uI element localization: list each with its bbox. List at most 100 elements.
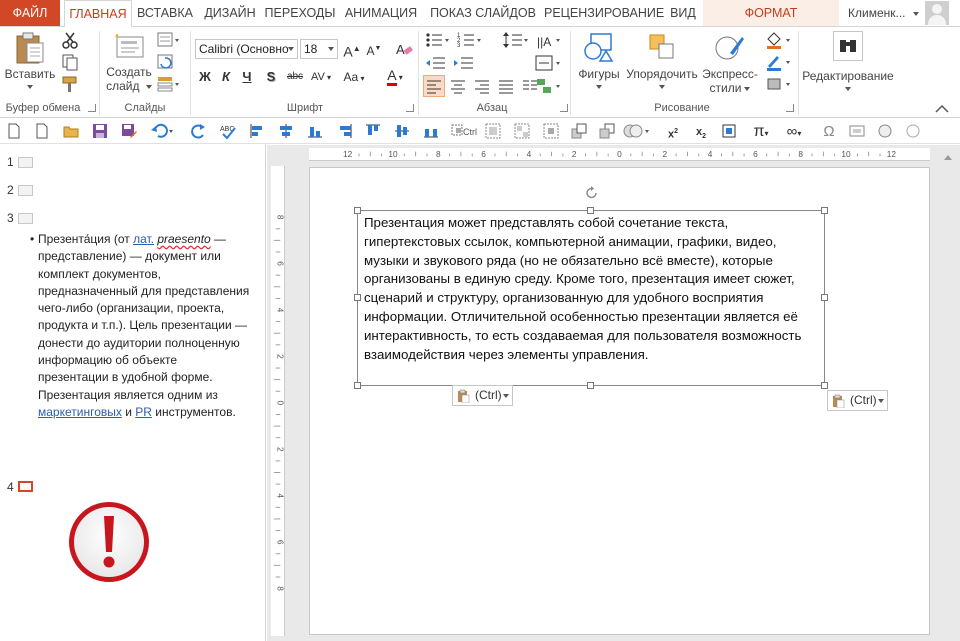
tab-format[interactable]: ФОРМАТ (703, 0, 839, 26)
tab-view[interactable]: ВИД (664, 0, 702, 26)
action-icon[interactable] (876, 122, 894, 140)
subscript-icon[interactable]: x2 (692, 122, 710, 140)
arrange-button[interactable]: Упорядочить (626, 31, 698, 89)
paste-button[interactable]: Вставить (4, 31, 56, 89)
align-bottom-icon[interactable] (306, 122, 324, 140)
resize-handle[interactable] (821, 382, 828, 389)
group-icon[interactable] (484, 122, 502, 140)
smartart-icon[interactable] (534, 76, 562, 96)
resize-handle[interactable] (821, 294, 828, 301)
ungroup-icon[interactable] (513, 122, 531, 140)
tab-file[interactable]: ФАЙЛ (0, 0, 60, 26)
screenshot-icon[interactable] (848, 122, 866, 140)
slide-thumbnail[interactable] (18, 213, 33, 224)
copy-icon[interactable] (60, 52, 80, 72)
link-marketing[interactable]: маркетинговых (38, 405, 122, 419)
decrease-indent-icon[interactable] (424, 53, 450, 73)
tab-slideshow[interactable]: ПОКАЗ СЛАЙДОВ (425, 0, 541, 26)
scissors-icon[interactable] (60, 30, 80, 50)
paragraph-launcher-icon[interactable] (560, 104, 568, 112)
tab-review[interactable]: РЕЦЕНЗИРОВАНИЕ (544, 0, 664, 26)
new-document-icon[interactable] (33, 122, 51, 140)
clipboard-launcher-icon[interactable] (88, 104, 96, 112)
resize-handle[interactable] (587, 382, 594, 389)
crop-icon[interactable] (720, 122, 738, 140)
align-center-objects-icon[interactable] (277, 122, 295, 140)
save-as-icon[interactable] (120, 122, 138, 140)
resize-handle[interactable] (821, 207, 828, 214)
tab-animation[interactable]: АНИМАЦИЯ (340, 0, 422, 26)
bring-forward-icon[interactable] (570, 122, 588, 140)
send-backward-icon[interactable] (598, 122, 616, 140)
redo-icon[interactable] (190, 122, 208, 140)
align-right-icon[interactable] (472, 76, 492, 96)
clear-format-icon[interactable]: A (394, 39, 414, 59)
tab-design[interactable]: ДИЗАЙН (199, 0, 261, 26)
font-name-select[interactable]: Calibri (Основно (195, 39, 298, 59)
collapse-ribbon-icon[interactable] (934, 103, 950, 115)
infinity-icon[interactable]: ∞▾ (780, 122, 808, 140)
font-color-button[interactable]: A ▾ (382, 65, 408, 88)
tab-home[interactable]: ГЛАВНАЯ (64, 0, 132, 27)
resize-handle[interactable] (354, 207, 361, 214)
slide-thumbnail[interactable] (18, 185, 33, 196)
align-objects-icon[interactable] (248, 122, 266, 140)
text-direction-icon[interactable]: ||A (534, 30, 562, 50)
regroup-icon[interactable] (542, 122, 560, 140)
font-launcher-icon[interactable] (406, 104, 414, 112)
shape-fill-icon[interactable] (764, 30, 794, 50)
bold-button[interactable]: Ж (196, 67, 214, 87)
group-objects-icon[interactable]: Ctrl (450, 122, 480, 140)
customize-toolbar-icon[interactable] (904, 122, 922, 140)
format-painter-icon[interactable] (60, 74, 80, 94)
scroll-up-icon[interactable] (944, 155, 952, 160)
align-text-icon[interactable] (534, 53, 562, 73)
layout-icon[interactable] (156, 30, 182, 50)
underline-button[interactable]: Ч (238, 67, 256, 87)
paste-options-button[interactable]: (Ctrl) (452, 385, 513, 406)
slide-thumbnail-selected[interactable] (18, 481, 33, 492)
link-lat[interactable]: лат. (133, 232, 154, 246)
equation-icon[interactable]: π▾ (748, 122, 774, 140)
tab-insert[interactable]: ВСТАВКА (134, 0, 196, 26)
resize-handle[interactable] (354, 294, 361, 301)
change-case-button[interactable]: Aa ▾ (340, 67, 368, 89)
decrease-font-icon[interactable]: A▼ (364, 39, 384, 61)
numbering-icon[interactable]: 123 (456, 30, 484, 50)
slide-thumbnail[interactable] (18, 157, 33, 168)
undo-icon[interactable] (150, 122, 176, 140)
paste-options-button[interactable]: (Ctrl) (827, 390, 888, 411)
distribute-icon[interactable] (422, 122, 440, 140)
open-folder-icon[interactable] (62, 122, 80, 140)
rotate-handle-icon[interactable] (584, 185, 600, 201)
increase-font-icon[interactable]: A▲ (342, 39, 362, 62)
save-icon[interactable] (91, 122, 109, 140)
resize-handle[interactable] (354, 382, 361, 389)
tab-transitions[interactable]: ПЕРЕХОДЫ (264, 0, 336, 26)
reset-slide-icon[interactable] (156, 52, 182, 72)
align-right-objects-icon[interactable] (336, 122, 354, 140)
outline-slide3-text[interactable]: • Презента́ция (от лат. praesento — пред… (30, 231, 250, 421)
font-size-select[interactable]: 18 (300, 39, 338, 59)
vertical-scrollbar[interactable] (944, 155, 952, 635)
slide-text-body[interactable]: Презентация может представлять собой соч… (364, 214, 824, 364)
align-left-button[interactable] (423, 75, 445, 97)
section-icon[interactable] (156, 74, 182, 94)
resize-handle[interactable] (587, 207, 594, 214)
symbol-omega-icon[interactable]: Ω (820, 122, 838, 140)
shadow-button[interactable]: S (262, 67, 280, 87)
shape-effects-icon[interactable] (764, 74, 794, 94)
bullets-icon[interactable] (424, 30, 452, 50)
align-top-icon[interactable] (364, 122, 382, 140)
superscript-icon[interactable]: x2 (664, 122, 682, 141)
italic-button[interactable]: К (217, 67, 235, 87)
link-pr[interactable]: PR (135, 405, 152, 419)
editing-button[interactable]: Редактирование (800, 31, 896, 91)
align-center-icon[interactable] (448, 76, 468, 96)
shapes-button[interactable]: Фигуры (574, 31, 624, 89)
justify-icon[interactable] (496, 76, 516, 96)
shape-combine-icon[interactable] (622, 122, 652, 140)
shape-outline-icon[interactable] (764, 52, 794, 72)
spelling-icon[interactable]: ABC (219, 122, 237, 140)
new-document-icon[interactable] (5, 122, 23, 140)
